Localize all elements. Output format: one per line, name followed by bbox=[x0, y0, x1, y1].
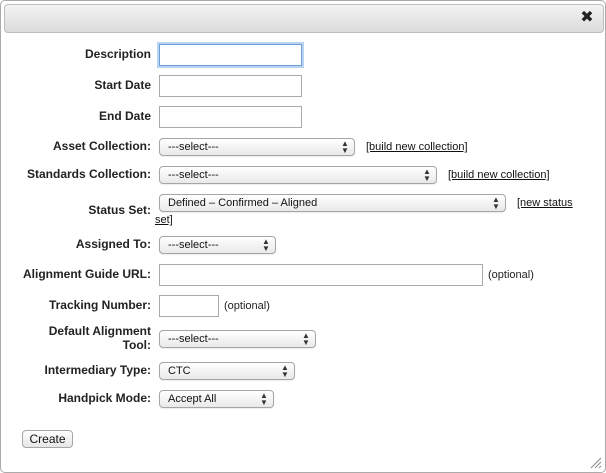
create-button[interactable]: Create bbox=[22, 430, 73, 448]
start-date-input[interactable] bbox=[159, 75, 302, 97]
status-set-label: Status Set: bbox=[88, 203, 151, 217]
start-date-label: Start Date bbox=[94, 78, 151, 92]
tracking-number-input[interactable] bbox=[159, 295, 219, 317]
status-set-selected: Defined – Confirmed – Aligned bbox=[168, 197, 318, 209]
default-alignment-tool-select[interactable]: ---select--- ▲ ▼ bbox=[159, 330, 316, 348]
end-date-input[interactable] bbox=[159, 106, 302, 128]
intermediary-type-select[interactable]: CTC ▲ ▼ bbox=[159, 362, 295, 380]
alignment-guide-url-label: Alignment Guide URL: bbox=[23, 267, 151, 281]
handpick-mode-label: Handpick Mode: bbox=[58, 391, 151, 405]
description-input[interactable] bbox=[159, 44, 302, 66]
default-alignment-tool-label-line2: Tool: bbox=[122, 338, 151, 352]
default-alignment-tool-label-line1: Default Alignment bbox=[48, 324, 151, 338]
dialog: ✖ Description Start Date End Date Asset … bbox=[0, 0, 606, 473]
close-icon[interactable]: ✖ bbox=[579, 10, 595, 26]
standards-collection-label: Standards Collection: bbox=[26, 167, 151, 181]
build-new-standards-collection-link[interactable]: [build new collection] bbox=[448, 168, 550, 182]
standards-collection-selected: ---select--- bbox=[168, 169, 219, 181]
up-down-arrows-icon: ▲ ▼ bbox=[302, 331, 310, 347]
up-down-arrows-icon: ▲ ▼ bbox=[341, 139, 349, 155]
up-down-arrows-icon: ▲ ▼ bbox=[262, 237, 270, 253]
handpick-mode-select[interactable]: Accept All ▲ ▼ bbox=[159, 390, 274, 408]
intermediary-type-selected: CTC bbox=[168, 365, 191, 377]
new-status-set-link-continued[interactable]: set] bbox=[155, 213, 173, 227]
resize-grip-icon[interactable] bbox=[590, 457, 602, 469]
status-set-select[interactable]: Defined – Confirmed – Aligned ▲ ▼ bbox=[159, 194, 506, 212]
tracking-number-label: Tracking Number: bbox=[48, 298, 151, 312]
asset-collection-selected: ---select--- bbox=[168, 141, 219, 153]
up-down-arrows-icon: ▲ ▼ bbox=[260, 391, 268, 407]
end-date-label: End Date bbox=[98, 109, 151, 123]
asset-collection-select[interactable]: ---select--- ▲ ▼ bbox=[159, 138, 355, 156]
build-new-asset-collection-link[interactable]: [build new collection] bbox=[366, 140, 468, 154]
up-down-arrows-icon: ▲ ▼ bbox=[281, 363, 289, 379]
description-label: Description bbox=[84, 47, 151, 61]
alignment-guide-url-optional-hint: (optional) bbox=[488, 269, 534, 281]
up-down-arrows-icon: ▲ ▼ bbox=[423, 167, 431, 183]
default-alignment-tool-selected: ---select--- bbox=[168, 333, 219, 345]
alignment-guide-url-input[interactable] bbox=[159, 264, 483, 286]
new-status-set-link[interactable]: [new status bbox=[517, 196, 573, 210]
assigned-to-selected: ---select--- bbox=[168, 239, 219, 251]
up-down-arrows-icon: ▲ ▼ bbox=[492, 195, 500, 211]
default-alignment-tool-label: Default Alignment Tool: bbox=[11, 324, 151, 352]
dialog-titlebar[interactable]: ✖ bbox=[4, 4, 604, 33]
handpick-mode-selected: Accept All bbox=[168, 393, 217, 405]
asset-collection-label: Asset Collection: bbox=[52, 139, 151, 153]
standards-collection-select[interactable]: ---select--- ▲ ▼ bbox=[159, 166, 437, 184]
assigned-to-label: Assigned To: bbox=[75, 237, 151, 251]
assigned-to-select[interactable]: ---select--- ▲ ▼ bbox=[159, 236, 276, 254]
tracking-number-optional-hint: (optional) bbox=[224, 300, 270, 312]
intermediary-type-label: Intermediary Type: bbox=[44, 363, 151, 377]
